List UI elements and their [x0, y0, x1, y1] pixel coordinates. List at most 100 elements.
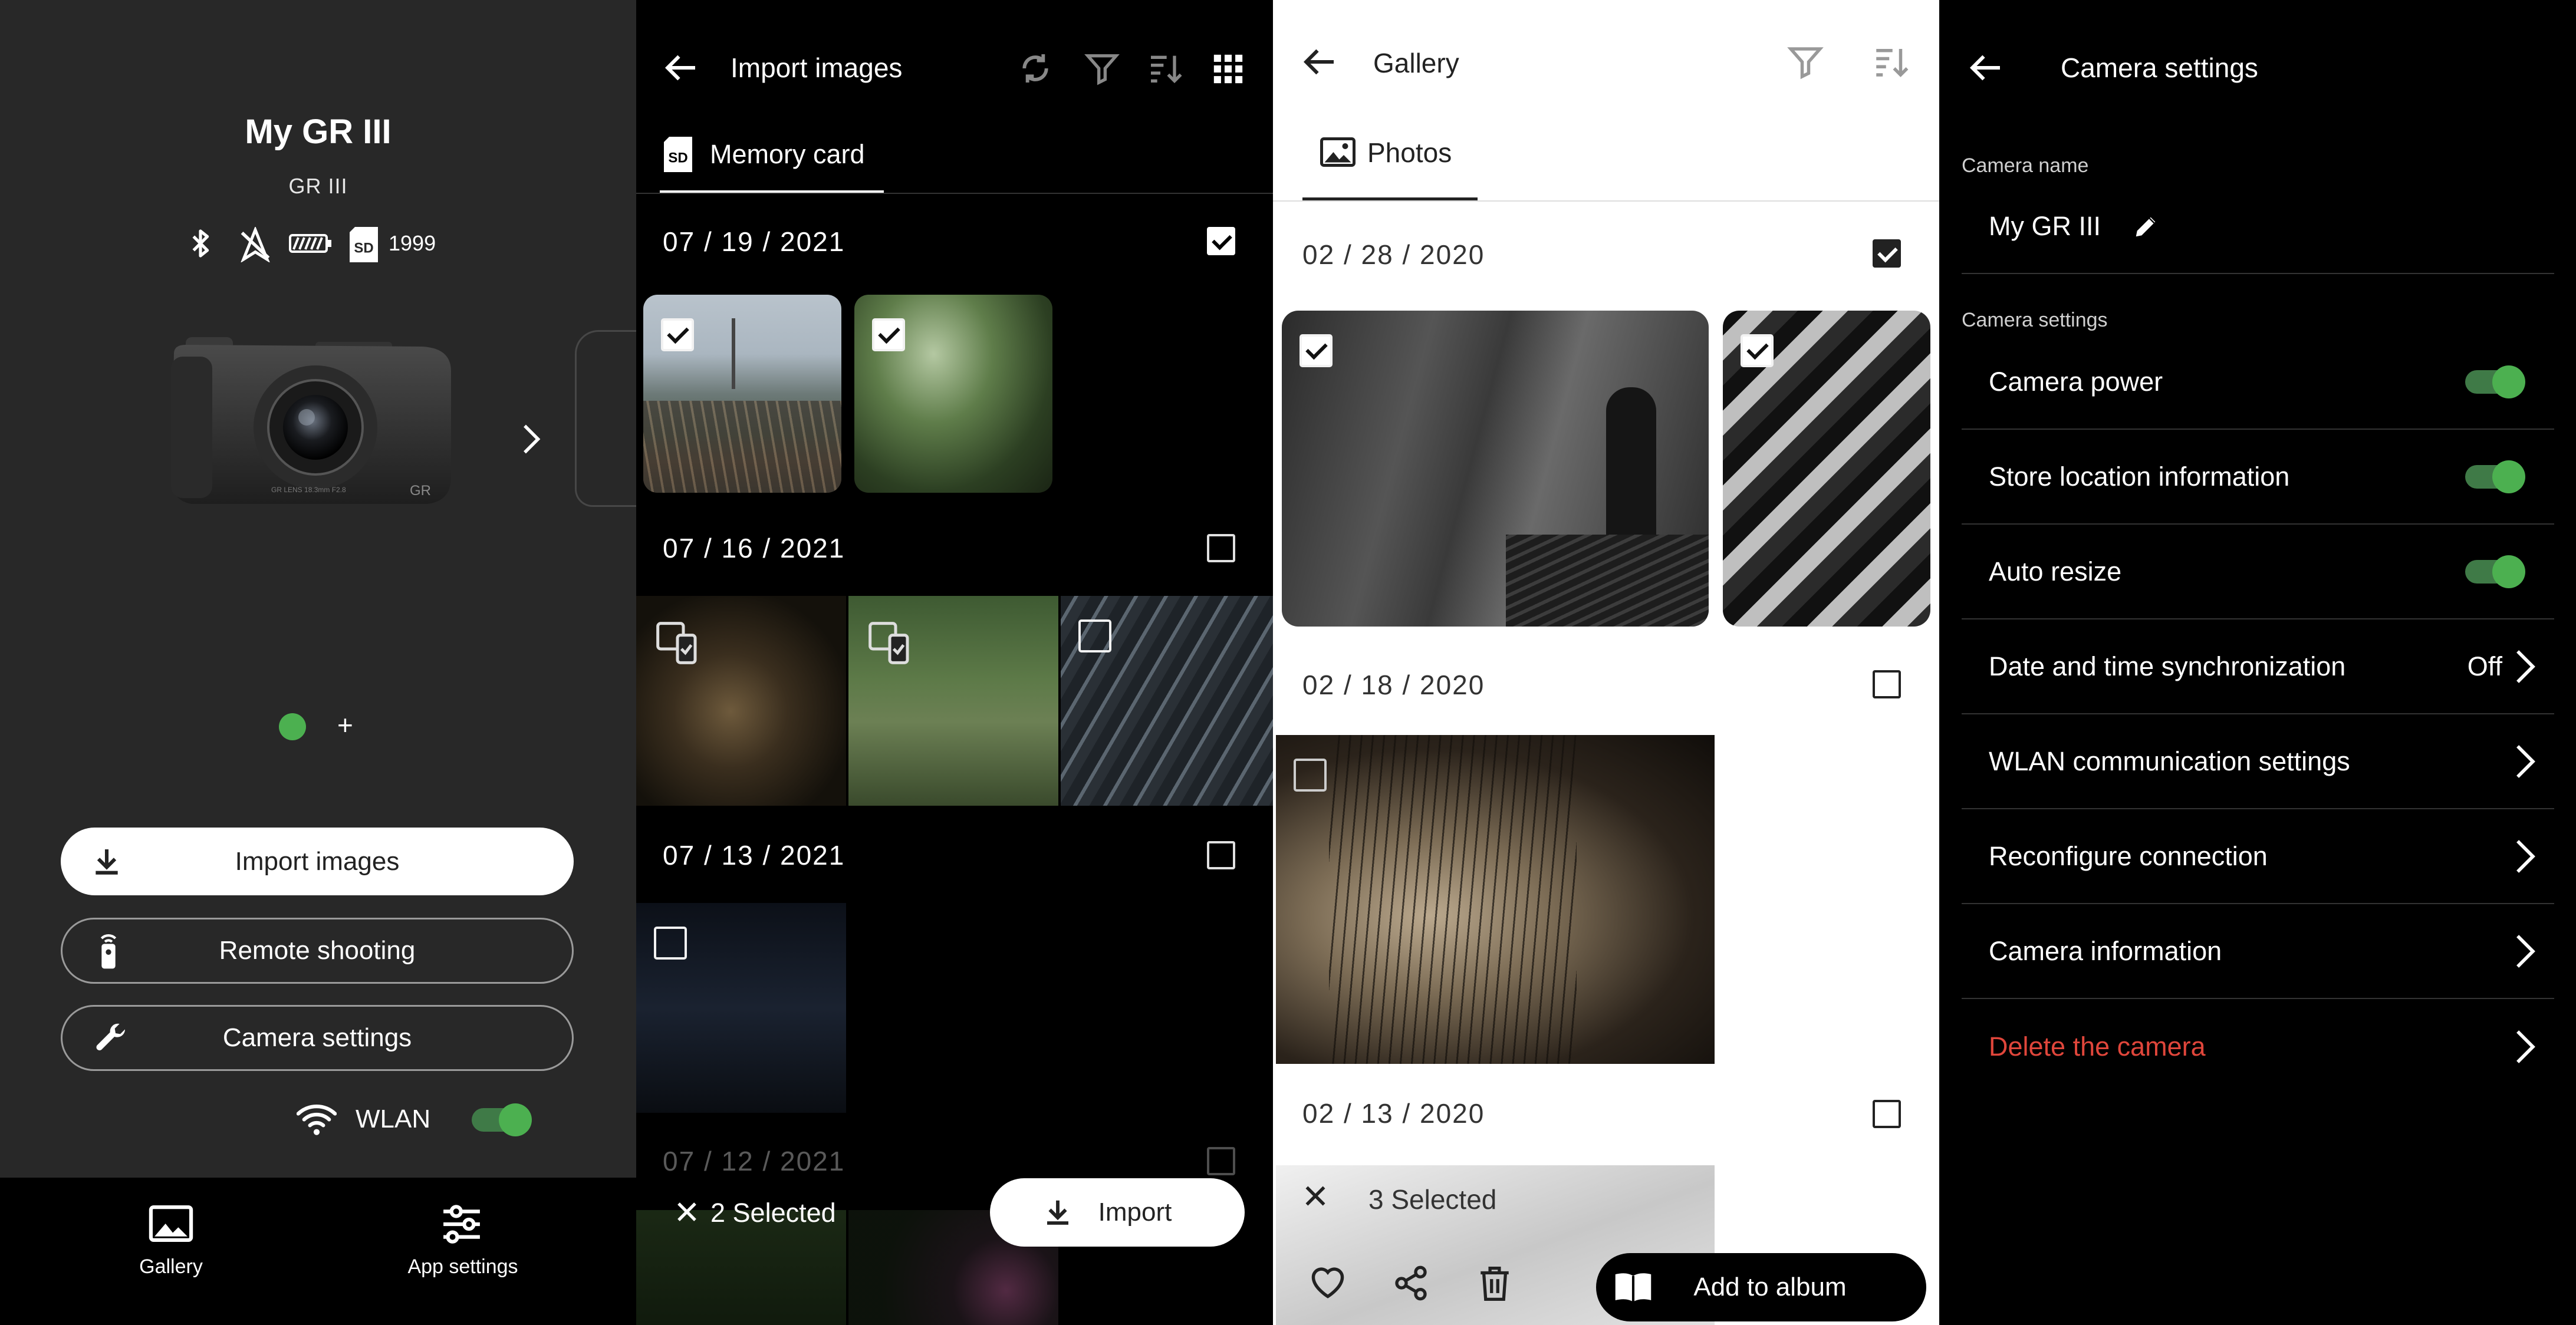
settings-panel: Camera settings Camera name My GR III Ca… [1939, 0, 2576, 1325]
date-header: 02 / 28 / 2020 [1302, 239, 1485, 270]
close-selection-icon[interactable] [673, 1198, 701, 1226]
setting-row-delete-camera[interactable]: Delete the camera [1962, 999, 2554, 1094]
photo-thumbnail[interactable] [1276, 735, 1715, 1064]
branches-shape [1329, 735, 1577, 1064]
next-camera-chevron-icon[interactable] [513, 420, 548, 459]
camera-power-toggle[interactable] [2465, 365, 2525, 398]
date-group-checkbox[interactable] [1207, 227, 1235, 255]
home-panel: My GR III GR III SD 1999 GR GR LENS 18.3… [0, 0, 636, 1325]
photo-thumbnail[interactable] [854, 295, 1052, 493]
photo-thumbnail[interactable] [636, 596, 846, 806]
on-device-icon [654, 619, 701, 667]
date-group-checkbox[interactable] [1873, 239, 1901, 268]
date-group-checkbox[interactable] [1873, 1100, 1901, 1128]
remote-shooting-label: Remote shooting [219, 936, 416, 965]
delete-icon[interactable] [1478, 1264, 1512, 1303]
sort-icon[interactable] [1146, 50, 1184, 87]
back-arrow-icon[interactable] [663, 48, 702, 87]
photo-checkbox[interactable] [1299, 334, 1333, 367]
filter-icon[interactable] [1786, 42, 1825, 81]
gallery-title: Gallery [1373, 48, 1459, 78]
svg-text:GR: GR [410, 483, 431, 499]
filter-icon[interactable] [1083, 50, 1121, 87]
photo-thumbnail[interactable] [1061, 596, 1273, 806]
photo-thumbnail[interactable] [1723, 311, 1930, 627]
nav-gallery-icon[interactable] [149, 1205, 193, 1242]
date-header: 07 / 12 / 2021 [663, 1146, 845, 1176]
import-images-button[interactable]: Import images [61, 828, 574, 895]
share-icon[interactable] [1391, 1264, 1430, 1302]
photo-thumbnail[interactable] [643, 295, 841, 493]
back-arrow-icon[interactable] [1968, 48, 2006, 87]
tower-shape [732, 318, 735, 389]
store-location-toggle[interactable] [2465, 460, 2525, 493]
import-panel: Import images SD Memory card 07 / 19 / 2… [636, 0, 1273, 1325]
edit-pencil-icon[interactable] [2133, 213, 2160, 240]
setting-label: Store location information [1989, 461, 2290, 492]
nav-gallery-label[interactable]: Gallery [112, 1255, 230, 1278]
wlan-label: WLAN [356, 1105, 431, 1133]
date-group-checkbox[interactable] [1207, 1147, 1235, 1175]
camera-settings-button[interactable]: Camera settings [61, 1005, 574, 1071]
date-group-checkbox[interactable] [1873, 670, 1901, 698]
setting-row-camera-information[interactable]: Camera information [1962, 904, 2554, 999]
camera-name-row[interactable]: My GR III [1962, 180, 2554, 274]
on-device-icon [866, 619, 913, 667]
card-remaining-count: 1999 [389, 231, 436, 255]
add-to-album-label: Add to album [1693, 1273, 1847, 1301]
next-camera-preview [575, 330, 636, 507]
setting-row-camera-power[interactable]: Camera power [1962, 335, 2554, 430]
photo-checkbox[interactable] [1078, 619, 1111, 652]
svg-text:SD: SD [668, 150, 687, 166]
photo-thumbnail[interactable] [636, 903, 846, 1113]
setting-row-reconfigure[interactable]: Reconfigure connection [1962, 809, 2554, 904]
setting-row-store-location[interactable]: Store location information [1962, 430, 2554, 525]
setting-label: Reconfigure connection [1989, 841, 2268, 871]
setting-row-date-time-sync[interactable]: Date and time synchronization Off [1962, 619, 2554, 714]
auto-resize-toggle[interactable] [2465, 555, 2525, 588]
favorite-icon[interactable] [1308, 1264, 1347, 1300]
selected-count: 2 Selected [710, 1198, 836, 1228]
add-camera-button[interactable]: + [337, 709, 353, 741]
chevron-right-icon [2513, 933, 2538, 970]
nav-app-settings-label[interactable]: App settings [374, 1255, 551, 1278]
sd-card-icon: SD [348, 227, 380, 262]
rail-shape [643, 401, 841, 493]
date-group-checkbox[interactable] [1207, 534, 1235, 562]
camera-image[interactable]: GR GR LENS 18.3mm F2.8 [162, 324, 457, 525]
photo-checkbox[interactable] [1741, 334, 1774, 367]
setting-row-wlan[interactable]: WLAN communication settings [1962, 714, 2554, 809]
setting-label: Camera power [1989, 366, 2163, 397]
tab-memory-card[interactable]: Memory card [710, 139, 865, 170]
setting-row-auto-resize[interactable]: Auto resize [1962, 525, 2554, 619]
tab-photos[interactable]: Photos [1367, 137, 1452, 169]
date-header: 07 / 19 / 2021 [663, 226, 845, 257]
import-title: Import images [731, 52, 903, 83]
date-header: 07 / 16 / 2021 [663, 533, 845, 563]
remote-shooting-button[interactable]: Remote shooting [61, 918, 574, 984]
nav-app-settings-icon[interactable] [439, 1204, 484, 1244]
sort-icon[interactable] [1871, 42, 1910, 81]
photo-checkbox[interactable] [872, 318, 905, 351]
chevron-right-icon [2513, 1029, 2538, 1065]
photo-thumbnail[interactable] [848, 596, 1058, 806]
date-group-checkbox[interactable] [1207, 841, 1235, 869]
setting-label: Auto resize [1989, 556, 2122, 586]
bluetooth-icon [184, 227, 217, 260]
photo-checkbox[interactable] [661, 318, 694, 351]
photo-checkbox[interactable] [654, 927, 687, 960]
back-arrow-icon[interactable] [1301, 42, 1340, 81]
photo-thumbnail[interactable] [1282, 311, 1709, 627]
close-selection-icon[interactable] [1301, 1181, 1330, 1211]
wlan-toggle[interactable] [472, 1103, 532, 1136]
refresh-icon[interactable] [1016, 50, 1054, 87]
delete-camera-label: Delete the camera [1989, 1031, 2206, 1062]
photo-checkbox[interactable] [1294, 759, 1327, 792]
import-button[interactable]: Import [990, 1178, 1245, 1247]
svg-text:SD: SD [354, 240, 373, 256]
settings-title: Camera settings [2061, 52, 2258, 83]
chevron-right-icon [2513, 743, 2538, 780]
grid-view-icon[interactable] [1211, 52, 1245, 86]
wlan-toggle-knob [499, 1103, 532, 1136]
add-to-album-button[interactable]: Add to album [1596, 1253, 1926, 1321]
